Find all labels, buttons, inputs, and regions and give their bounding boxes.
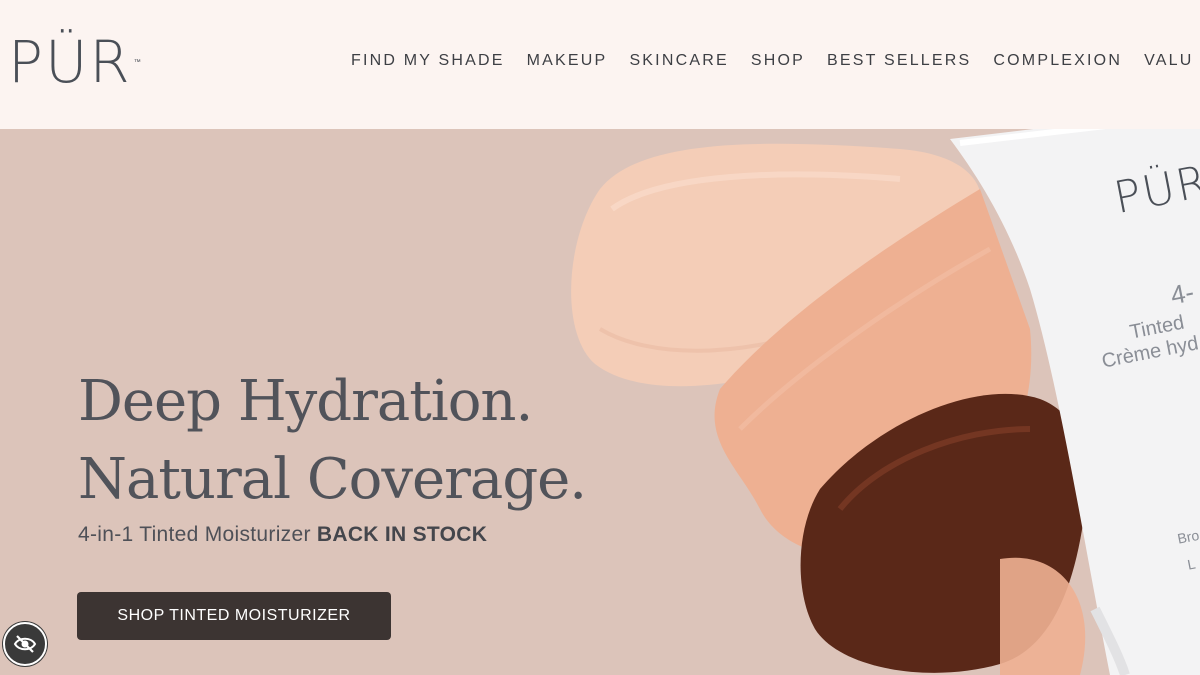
- logo-text: PÜR: [8, 28, 132, 96]
- nav-item-shop[interactable]: SHOP: [751, 50, 805, 72]
- trademark: ™: [133, 58, 141, 66]
- brand-logo[interactable]: PÜR ™: [8, 26, 141, 98]
- site-header: PÜR ™ FIND MY SHADE MAKEUP SKINCARE SHOP …: [0, 0, 1200, 129]
- hero-headline: Deep Hydration. Natural Coverage.: [78, 363, 587, 519]
- accessibility-button[interactable]: [3, 622, 47, 666]
- nav-item-makeup[interactable]: MAKEUP: [527, 50, 608, 72]
- shop-tinted-moisturizer-button[interactable]: SHOP TINTED MOISTURIZER: [77, 592, 391, 640]
- hero-banner: PÜR 4- Tinted Crème hyd Bro L Deep Hydra…: [0, 129, 1200, 675]
- eye-slash-icon: [13, 635, 37, 653]
- nav-item-skincare[interactable]: SKINCARE: [629, 50, 728, 72]
- hero-subtitle: 4-in-1 Tinted Moisturizer BACK IN STOCK: [78, 523, 487, 547]
- nav-item-best-sellers[interactable]: BEST SELLERS: [827, 50, 971, 72]
- nav-item-find-my-shade[interactable]: FIND MY SHADE: [351, 50, 505, 72]
- headline-line-1: Deep Hydration.: [78, 369, 533, 434]
- headline-line-2: Natural Coverage.: [78, 447, 587, 512]
- subtitle-emphasis: BACK IN STOCK: [316, 523, 488, 546]
- nav-item-value[interactable]: VALU: [1144, 50, 1193, 72]
- nav-item-complexion[interactable]: COMPLEXION: [993, 50, 1122, 72]
- main-nav: FIND MY SHADE MAKEUP SKINCARE SHOP BEST …: [351, 50, 1200, 72]
- subtitle-text: 4-in-1 Tinted Moisturizer: [78, 523, 317, 546]
